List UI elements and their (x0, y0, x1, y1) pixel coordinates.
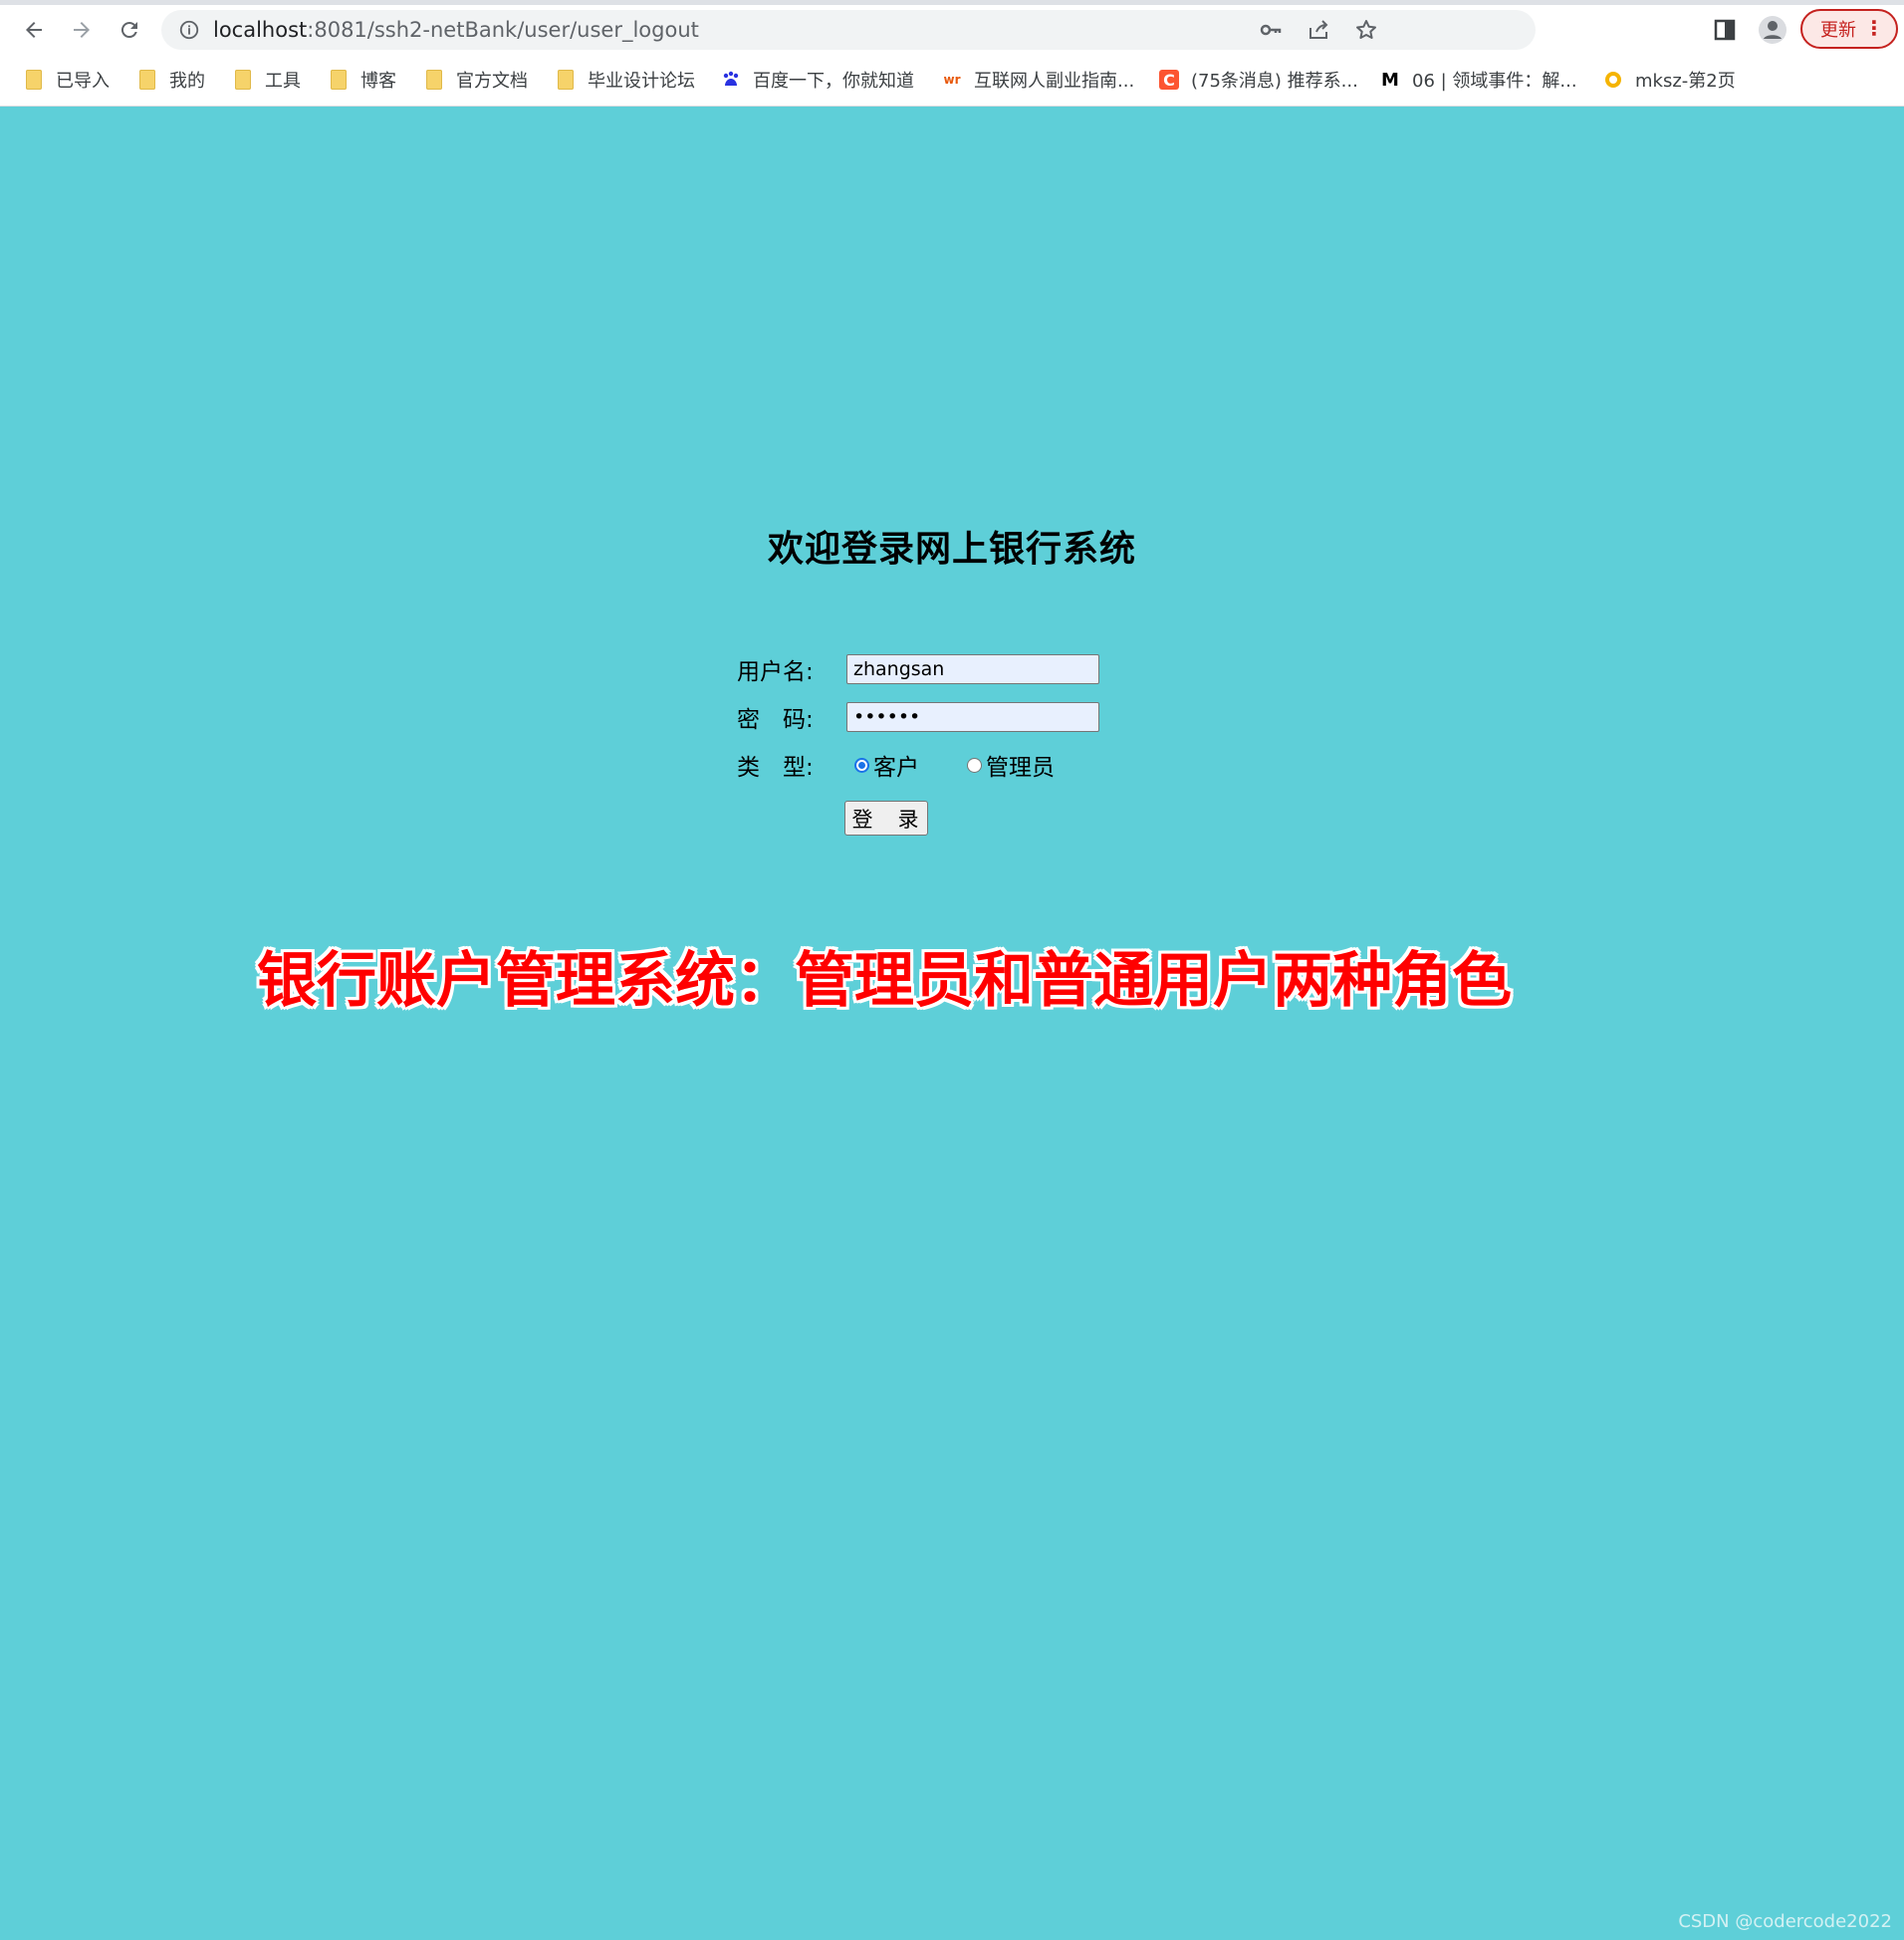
folder-icon (26, 70, 42, 90)
back-button[interactable] (14, 10, 54, 50)
bookmark-mksz[interactable]: mksz-第2页 (1603, 64, 1736, 96)
bookmark-label: (75条消息) 推荐系... (1191, 71, 1358, 92)
m-icon: M (1381, 69, 1399, 91)
role-admin-label: 管理员 (986, 755, 1055, 781)
role-label: 类 型: (737, 755, 814, 781)
bookmark-mine[interactable]: 我的 (137, 64, 205, 96)
browser-chrome: localhost:8081/ssh2-netBank/user/user_lo… (0, 0, 1904, 107)
watermark: CSDN @codercode2022 (1678, 1911, 1892, 1932)
bookmark-star-icon[interactable] (1352, 16, 1380, 44)
update-button[interactable]: 更新 ⋮ (1800, 9, 1898, 49)
bookmark-label: 我的 (169, 71, 205, 92)
bookmark-tools[interactable]: 工具 (233, 64, 301, 96)
bookmarks-bar: 已导入 我的 工具 博客 官方文档 毕业设计论坛 百度一下，你就知道 wr 互联网… (0, 62, 1904, 98)
reload-icon (120, 22, 137, 39)
bookmark-forum[interactable]: 毕业设计论坛 (556, 64, 695, 96)
page-title: 欢迎登录网上银行系统 (767, 529, 1136, 570)
bookmark-docs[interactable]: 官方文档 (424, 64, 528, 96)
menu-dots-icon: ⋮ (1864, 16, 1884, 40)
role-admin-option[interactable]: 管理员 (959, 748, 1055, 782)
role-customer-label: 客户 (873, 755, 919, 781)
bookmark-label: 工具 (265, 71, 301, 92)
role-customer-option[interactable]: 客户 (846, 748, 919, 782)
bookmark-csdn[interactable]: C (75条消息) 推荐系... (1159, 64, 1358, 96)
bookmark-label: 官方文档 (456, 71, 528, 92)
url-path: :8081/ssh2-netBank/user/user_logout (307, 18, 699, 42)
share-icon[interactable] (1305, 16, 1332, 44)
folder-icon (426, 70, 442, 90)
folder-icon (139, 70, 155, 90)
key-icon[interactable] (1257, 16, 1285, 44)
bookmark-imported[interactable]: 已导入 (24, 64, 110, 96)
folder-icon (235, 70, 251, 90)
forward-arrow-icon (74, 22, 90, 38)
bookmark-label: 已导入 (56, 71, 110, 92)
bookmark-label: mksz-第2页 (1635, 71, 1736, 92)
role-row: 类 型: 客户 管理员 (737, 747, 1094, 783)
profile-button[interactable] (1753, 10, 1792, 50)
bookmark-label: 06 | 领域事件：解... (1412, 71, 1577, 92)
wr-icon: wr (943, 73, 961, 87)
bookmark-domain-events[interactable]: M 06 | 领域事件：解... (1380, 64, 1577, 96)
folder-icon (331, 70, 347, 90)
bookmark-baidu[interactable]: 百度一下，你就知道 (721, 64, 914, 96)
username-field[interactable] (846, 654, 1099, 684)
login-button[interactable]: 登 录 (844, 801, 928, 836)
bookmark-label: 百度一下，你就知道 (753, 71, 914, 92)
username-row: 用户名: (737, 651, 1099, 687)
bookmark-label: 互联网人副业指南... (974, 71, 1135, 92)
csdn-icon: C (1159, 70, 1179, 90)
address-bar[interactable]: localhost:8081/ssh2-netBank/user/user_lo… (161, 10, 1536, 50)
back-arrow-icon (26, 22, 42, 38)
reload-button[interactable] (110, 10, 149, 50)
overlay-banner: 银行账户管理系统：管理员和普通用户两种角色 (257, 946, 1512, 1016)
side-panel-button[interactable] (1705, 10, 1745, 50)
url-host: localhost (213, 18, 308, 42)
role-customer-radio[interactable] (854, 757, 869, 773)
url-text[interactable]: localhost:8081/ssh2-netBank/user/user_lo… (213, 18, 699, 42)
forward-button[interactable] (62, 10, 102, 50)
username-label: 用户名: (737, 659, 814, 685)
mksz-icon (1603, 70, 1623, 90)
baidu-icon (721, 70, 741, 90)
bookmark-side-hustle[interactable]: wr 互联网人副业指南... (942, 64, 1134, 96)
site-info-icon[interactable] (175, 16, 203, 44)
side-panel-icon (1714, 19, 1736, 41)
bookmark-blog[interactable]: 博客 (329, 64, 396, 96)
bookmark-label: 毕业设计论坛 (588, 71, 695, 92)
password-label: 密 码: (737, 707, 814, 733)
update-label: 更新 (1820, 20, 1856, 41)
role-admin-radio[interactable] (967, 757, 982, 773)
password-row: 密 码: (737, 699, 1099, 735)
bookmark-label: 博客 (360, 71, 396, 92)
password-field[interactable] (846, 702, 1099, 732)
folder-icon (558, 70, 574, 90)
avatar-icon (1759, 16, 1786, 44)
